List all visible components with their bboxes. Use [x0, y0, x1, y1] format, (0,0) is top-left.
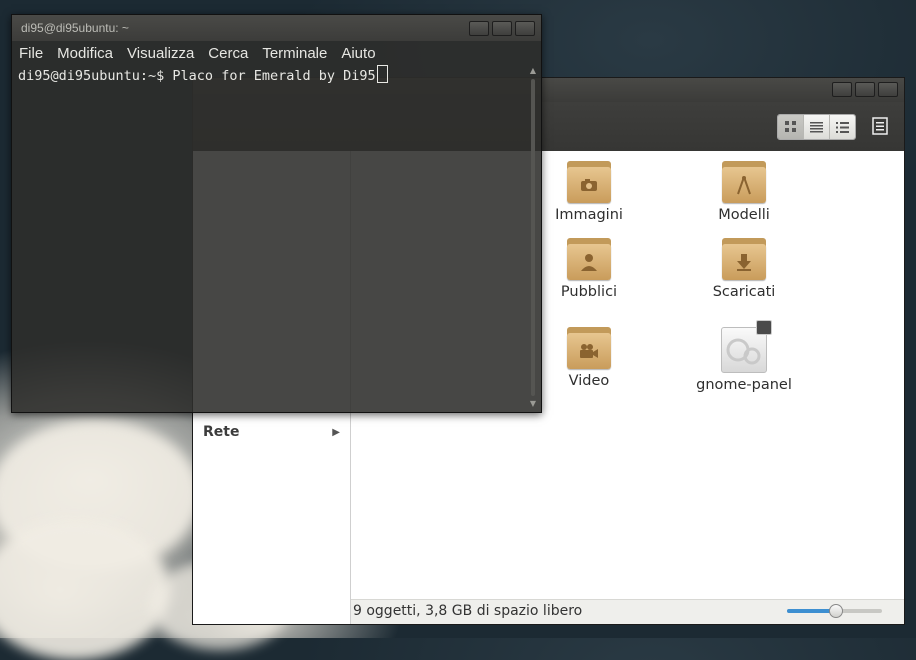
- menu-visualizza[interactable]: Visualizza: [120, 42, 201, 64]
- list-icon: [810, 121, 823, 132]
- folder-icon: [567, 327, 611, 369]
- grid-icon: [784, 121, 796, 132]
- text-cursor: [376, 65, 388, 83]
- person-icon: [579, 252, 599, 272]
- file-item[interactable]: Scaricati: [689, 238, 799, 300]
- menu-modifica[interactable]: Modifica: [50, 42, 120, 64]
- list-view-button[interactable]: [804, 115, 830, 139]
- menu-file[interactable]: File: [12, 42, 50, 64]
- zoom-slider-handle[interactable]: [828, 604, 843, 618]
- compass-icon: [734, 175, 754, 195]
- view-switcher: [777, 114, 856, 140]
- folder-icon: [722, 238, 766, 280]
- status-bar: 9 oggetti, 3,8 GB di spazio libero: [351, 599, 904, 624]
- terminal-window: di95@di95ubuntu: ~ File Modifica Visuali…: [11, 14, 542, 413]
- terminal-menubar: File Modifica Visualizza Cerca Terminale…: [12, 42, 541, 64]
- compact-view-button[interactable]: [830, 115, 855, 139]
- maximize-button[interactable]: [492, 21, 512, 36]
- terminal-output[interactable]: di95@di95ubuntu:~$ Placo for Emerald by …: [18, 65, 527, 408]
- lock-icon: [756, 320, 772, 335]
- generic-file-icon: [721, 320, 772, 373]
- properties-button[interactable]: [870, 116, 890, 136]
- maximize-button[interactable]: [855, 82, 875, 97]
- expand-arrow-icon[interactable]: ▶: [332, 427, 340, 438]
- close-button[interactable]: [878, 82, 898, 97]
- compact-list-icon: [836, 121, 849, 133]
- zoom-slider[interactable]: [787, 604, 882, 618]
- terminal-title: di95@di95ubuntu: ~: [21, 21, 129, 35]
- menu-cerca[interactable]: Cerca: [201, 42, 255, 64]
- minimize-button[interactable]: [832, 82, 852, 97]
- zoom-slider-fill: [787, 609, 835, 613]
- film-camera-icon: [579, 341, 599, 361]
- terminal-scrollbar[interactable]: ▲ ▼: [529, 67, 537, 408]
- close-button[interactable]: [515, 21, 535, 36]
- menu-terminale[interactable]: Terminale: [255, 42, 334, 64]
- file-item[interactable]: Immagini: [534, 161, 644, 223]
- download-arrow-icon: [734, 252, 754, 272]
- file-item[interactable]: Video: [534, 327, 644, 389]
- sidebar-section-rete[interactable]: Rete: [203, 424, 239, 440]
- document-properties-icon: [872, 117, 888, 135]
- minimize-button[interactable]: [469, 21, 489, 36]
- scroll-down-icon[interactable]: ▼: [529, 400, 537, 408]
- file-item[interactable]: Modelli: [689, 161, 799, 223]
- icon-view-button[interactable]: [778, 115, 804, 139]
- scroll-up-icon[interactable]: ▲: [529, 67, 537, 75]
- folder-icon: [722, 161, 766, 203]
- terminal-titlebar[interactable]: di95@di95ubuntu: ~: [12, 15, 541, 41]
- camera-icon: [579, 175, 599, 195]
- menu-aiuto[interactable]: Aiuto: [334, 42, 382, 64]
- folder-icon: [567, 238, 611, 280]
- prompt-line: di95@di95ubuntu:~$ Placo for Emerald by …: [18, 65, 527, 84]
- status-text: 9 oggetti, 3,8 GB di spazio libero: [353, 603, 583, 619]
- scrollbar-track[interactable]: [531, 79, 535, 396]
- folder-icon: [567, 161, 611, 203]
- file-item[interactable]: gnome-panel: [689, 320, 799, 393]
- file-item[interactable]: Pubblici: [534, 238, 644, 300]
